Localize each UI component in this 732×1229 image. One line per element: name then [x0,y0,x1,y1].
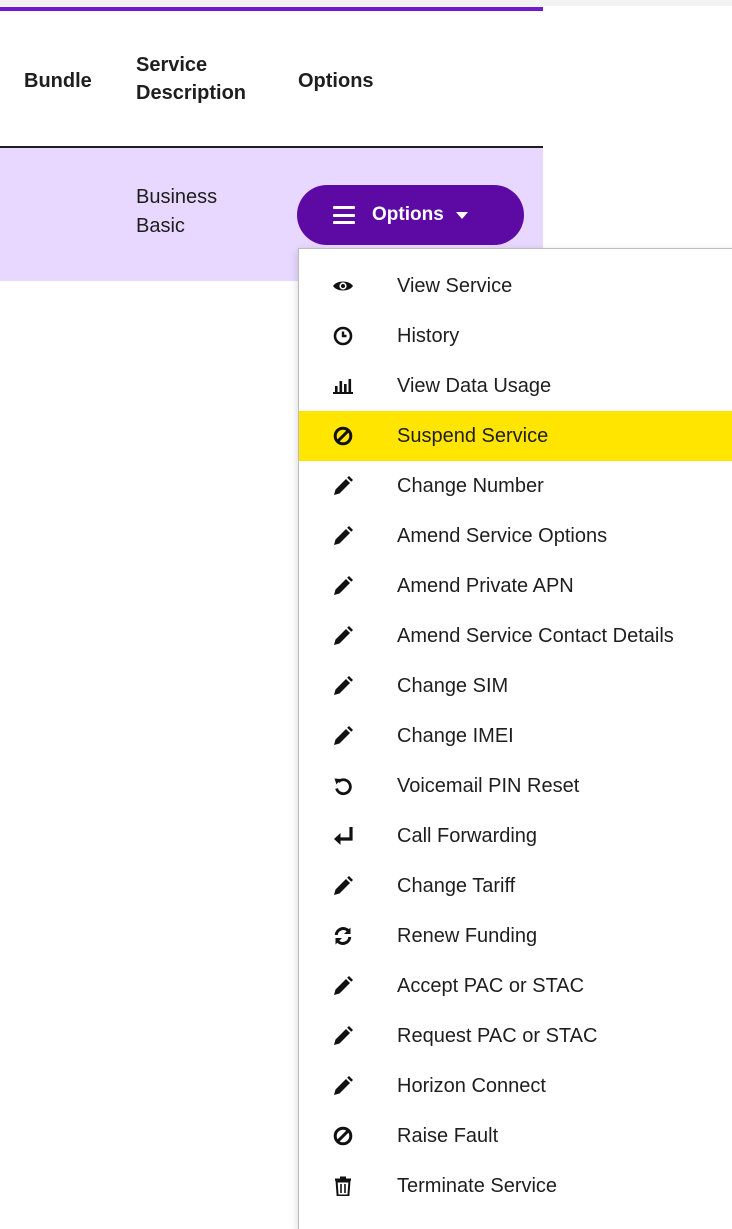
clock-icon [331,324,355,348]
pencil-icon [331,1024,355,1048]
options-button[interactable]: Options [297,185,524,245]
menu-item-amend-private-apn[interactable]: Amend Private APN [299,561,732,611]
menu-item-change-imei[interactable]: Change IMEI [299,711,732,761]
menu-item-terminate-service[interactable]: Terminate Service [299,1161,732,1211]
header-options: Options [298,70,374,92]
menu-item-label: Renew Funding [397,924,538,947]
menu-item-label: Amend Private APN [397,574,574,597]
eye-icon [331,274,355,298]
forward-arrow-icon [331,824,355,848]
ban-icon [331,424,355,448]
menu-item-change-sim[interactable]: Change SIM [299,661,732,711]
header-service-description: Service Description [136,54,247,104]
menu-item-label: Raise Fault [397,1124,499,1147]
menu-item-label: Amend Service Options [397,524,608,547]
menu-item-label: Suspend Service [397,424,549,447]
menu-item-history[interactable]: History [299,311,732,361]
pencil-icon [331,724,355,748]
menu-item-amend-service-contact-details[interactable]: Amend Service Contact Details [299,611,732,661]
menu-item-change-number[interactable]: Change Number [299,461,732,511]
pencil-icon [331,1074,355,1098]
menu-item-label: Accept PAC or STAC [397,974,585,997]
refresh-icon [331,924,355,948]
pencil-icon [331,524,355,548]
menu-item-label: History [397,324,460,347]
top-strip [0,0,732,6]
pencil-icon [331,574,355,598]
menu-item-label: Change IMEI [397,724,514,747]
menu-item-label: Horizon Connect [397,1074,546,1097]
reset-icon [331,774,355,798]
menu-item-view-data-usage[interactable]: View Data Usage [299,361,732,411]
options-dropdown-menu: View Service History View Data Usage Suspen… [298,248,732,1229]
menu-item-renew-funding[interactable]: Renew Funding [299,911,732,961]
pencil-icon [331,474,355,498]
pencil-icon [331,624,355,648]
ban-icon [331,1124,355,1148]
menu-item-suspend-service[interactable]: Suspend Service [299,411,732,461]
menu-item-view-service[interactable]: View Service [299,261,732,311]
pencil-icon [331,674,355,698]
trash-icon [331,1174,355,1198]
menu-item-label: Call Forwarding [397,824,538,847]
menu-item-label: Change Tariff [397,874,516,897]
header-bundle: Bundle [24,70,92,92]
menu-item-call-forwarding[interactable]: Call Forwarding [299,811,732,861]
menu-item-label: Change SIM [397,674,509,697]
options-button-label: Options [372,204,444,225]
cell-service-description: Business Basic [136,186,218,237]
pencil-icon [331,974,355,998]
menu-item-accept-pac-or-stac[interactable]: Accept PAC or STAC [299,961,732,1011]
menu-item-label: Request PAC or STAC [397,1024,598,1047]
menu-item-label: Voicemail PIN Reset [397,774,580,797]
menu-item-label: Amend Service Contact Details [397,624,674,647]
top-accent-border [0,7,543,11]
bar-chart-icon [331,374,355,398]
menu-item-label: Change Number [397,474,544,497]
menu-item-raise-fault[interactable]: Raise Fault [299,1111,732,1161]
menu-item-voicemail-pin-reset[interactable]: Voicemail PIN Reset [299,761,732,811]
menu-item-label: Terminate Service [397,1174,558,1197]
menu-list: View Service History View Data Usage Suspen… [299,261,732,1211]
menu-item-horizon-connect[interactable]: Horizon Connect [299,1061,732,1111]
hamburger-menu-icon [333,206,355,224]
menu-item-label: View Service [397,274,513,297]
menu-item-amend-service-options[interactable]: Amend Service Options [299,511,732,561]
menu-item-change-tariff[interactable]: Change Tariff [299,861,732,911]
menu-item-label: View Data Usage [397,374,552,397]
caret-down-icon [455,211,468,219]
menu-item-request-pac-or-stac[interactable]: Request PAC or STAC [299,1011,732,1061]
pencil-icon [331,874,355,898]
